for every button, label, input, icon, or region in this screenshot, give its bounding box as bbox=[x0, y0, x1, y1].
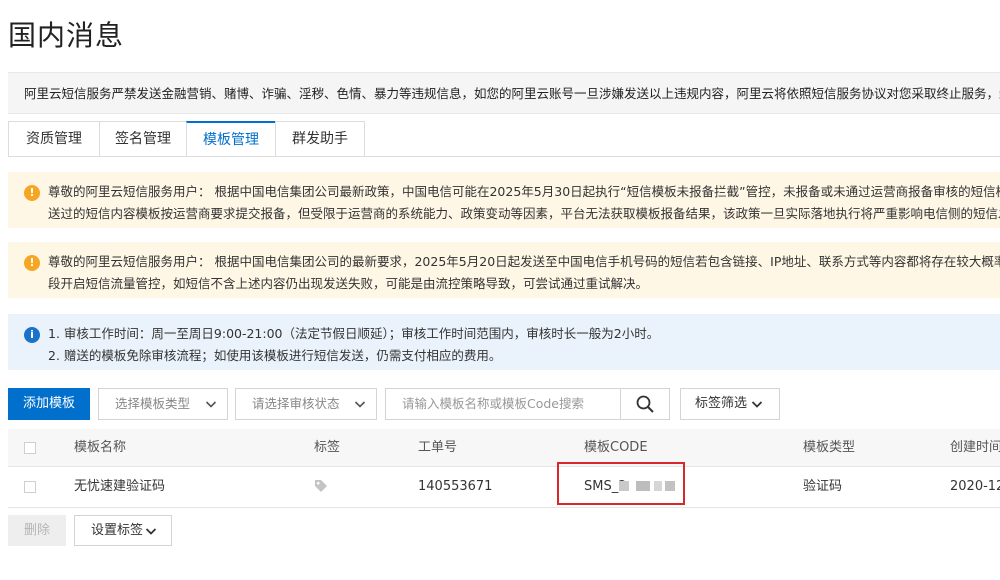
set-tag-button[interactable]: 设置标签 bbox=[74, 515, 172, 546]
tag-icon[interactable] bbox=[314, 479, 328, 498]
tag-filter-button[interactable]: 标签筛选 bbox=[680, 388, 780, 420]
chevron-down-icon bbox=[354, 401, 366, 408]
alert-line: 2. 赠送的模板免除审核流程；如使用该模板进行短信发送，仍需支付相应的费用。 bbox=[48, 348, 502, 363]
template-name: 无忧速建验证码 bbox=[74, 479, 166, 494]
tab-template[interactable]: 模板管理 bbox=[186, 121, 276, 157]
code-highlight-box bbox=[557, 462, 685, 505]
column-header: 模板名称 bbox=[74, 440, 127, 455]
alert-review-info: i 1. 审核工作时间：周一至周日9:00-21:00（法定节假日顺延）；审核工… bbox=[8, 314, 1000, 370]
template-type-select[interactable]: 选择模板类型 bbox=[98, 388, 228, 420]
ticket-number: 140553671 bbox=[418, 479, 493, 494]
column-header: 模板CODE bbox=[584, 440, 648, 455]
warning-icon: ! bbox=[24, 185, 40, 201]
tag-filter-label: 标签筛选 bbox=[695, 396, 748, 411]
alert-line: 尊敬的阿里云短信服务用户： 根据中国电信集团公司的最新要求，2025年5月20日… bbox=[48, 254, 1000, 269]
alert-telecom-block: ! 尊敬的阿里云短信服务用户： 根据中国电信集团公司的最新要求，2025年5月2… bbox=[8, 242, 1000, 298]
select-all-checkbox[interactable] bbox=[24, 442, 36, 454]
column-header: 工单号 bbox=[418, 440, 458, 455]
review-status-placeholder: 请选择审核状态 bbox=[252, 396, 340, 411]
delete-button[interactable]: 删除 bbox=[8, 515, 66, 546]
table-row: 无忧速建验证码 140553671 SMS_2 验证码 2020-12- bbox=[8, 467, 1000, 508]
column-header: 模板类型 bbox=[803, 440, 856, 455]
alert-line: 1. 审核工作时间：周一至周日9:00-21:00（法定节假日顺延）；审核工作时… bbox=[48, 326, 660, 341]
chevron-down-icon bbox=[145, 528, 157, 535]
compliance-notice: 阿里云短信服务严禁发送金融营销、赌博、诈骗、淫秽、色情、暴力等违规信息，如您的阿… bbox=[8, 72, 1000, 114]
add-template-button[interactable]: 添加模板 bbox=[8, 388, 90, 420]
column-header: 创建时间 bbox=[950, 440, 1000, 455]
warning-icon: ! bbox=[24, 255, 40, 271]
info-icon: i bbox=[24, 327, 40, 343]
search-button[interactable] bbox=[620, 388, 670, 420]
template-type-placeholder: 选择模板类型 bbox=[115, 396, 191, 411]
tab-bulk-sender[interactable]: 群发助手 bbox=[275, 121, 365, 157]
chevron-down-icon bbox=[205, 401, 217, 408]
template-type: 验证码 bbox=[803, 479, 843, 494]
set-tag-label: 设置标签 bbox=[91, 523, 144, 538]
template-search-input[interactable]: 请输入模板名称或模板Code搜索 bbox=[385, 388, 621, 420]
created-time: 2020-12- bbox=[950, 479, 1000, 494]
review-status-select[interactable]: 请选择审核状态 bbox=[235, 388, 377, 420]
alert-line: 段开启短信流量管控，如短信不含上述内容仍出现发送失败，可能是由流控策略导致，可尝… bbox=[48, 276, 649, 291]
column-header: 标签 bbox=[314, 440, 341, 455]
chevron-down-icon bbox=[751, 401, 763, 408]
tabs-divider bbox=[8, 156, 1000, 157]
alert-line: 送过的短信内容模板按运营商要求提交报备，但受限于运营商的系统能力、政策变动等因素… bbox=[48, 206, 1000, 221]
search-icon bbox=[636, 395, 654, 413]
alert-line: 尊敬的阿里云短信服务用户： 根据中国电信集团公司最新政策，中国电信可能在2025… bbox=[48, 184, 1000, 199]
tab-signature[interactable]: 签名管理 bbox=[99, 121, 187, 157]
tab-qualification[interactable]: 资质管理 bbox=[8, 121, 100, 157]
row-checkbox[interactable] bbox=[24, 481, 36, 493]
page-title: 国内消息 bbox=[8, 19, 125, 52]
alert-telecom-report: ! 尊敬的阿里云短信服务用户： 根据中国电信集团公司最新政策，中国电信可能在20… bbox=[8, 172, 1000, 228]
table-header: 模板名称 标签 工单号 模板CODE 模板类型 创建时间 bbox=[8, 429, 1000, 467]
